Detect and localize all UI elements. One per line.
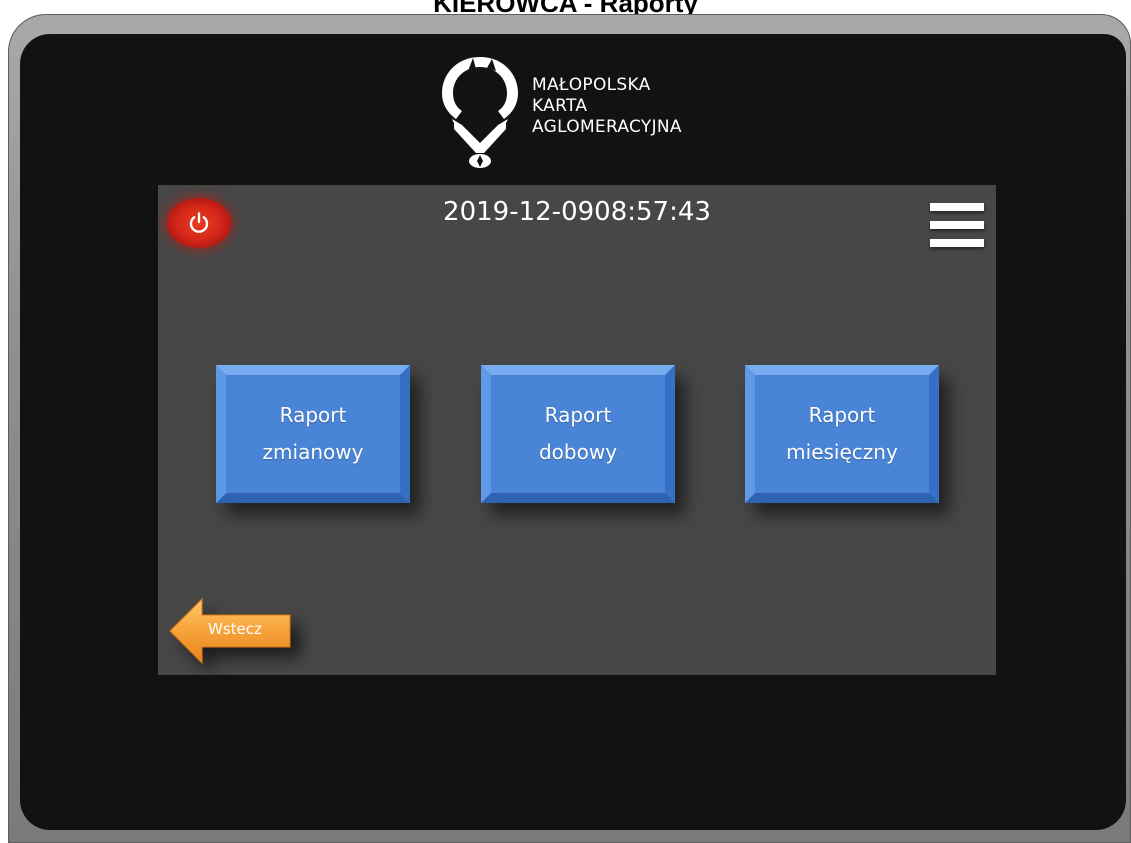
menu-bar xyxy=(930,239,984,247)
menu-bar xyxy=(930,203,984,211)
report-monthly-label: Raport miesięczny xyxy=(745,365,939,503)
report-daily-button[interactable]: Raport dobowy xyxy=(481,365,675,503)
datetime-display: 2019-12-0908:57:43 xyxy=(158,197,996,227)
report-label-line1: Raport xyxy=(279,403,347,427)
hamburger-menu-button[interactable] xyxy=(928,203,984,255)
time-text: 08:57:43 xyxy=(594,197,711,227)
report-shift-label: Raport zmianowy xyxy=(216,365,410,503)
report-label-line2: miesięczny xyxy=(786,440,898,464)
date-text: 2019-12-09 xyxy=(443,197,595,227)
logo-text-line1: MAŁOPOLSKA xyxy=(532,75,651,95)
logo-text: MAŁOPOLSKA KARTA AGLOMERACYJNA xyxy=(532,75,682,138)
report-label-line1: Raport xyxy=(544,403,612,427)
back-button[interactable]: Wstecz xyxy=(168,597,292,665)
report-label-line1: Raport xyxy=(808,403,876,427)
display-panel: 2019-12-0908:57:43 Raport zmianowy Rapor… xyxy=(158,185,996,675)
menu-bar xyxy=(930,221,984,229)
map-pin-logo-icon xyxy=(442,57,518,168)
logo: MAŁOPOLSKA KARTA AGLOMERACYJNA xyxy=(440,53,740,173)
report-shift-button[interactable]: Raport zmianowy xyxy=(216,365,410,503)
report-label-line2: dobowy xyxy=(538,440,618,464)
report-daily-label: Raport dobowy xyxy=(481,365,675,503)
logo-text-line3: AGLOMERACYJNA xyxy=(532,117,682,137)
report-monthly-button[interactable]: Raport miesięczny xyxy=(745,365,939,503)
logo-text-line2: KARTA xyxy=(532,96,588,116)
report-label-line2: zmianowy xyxy=(262,440,364,464)
back-label: Wstecz xyxy=(208,620,262,638)
